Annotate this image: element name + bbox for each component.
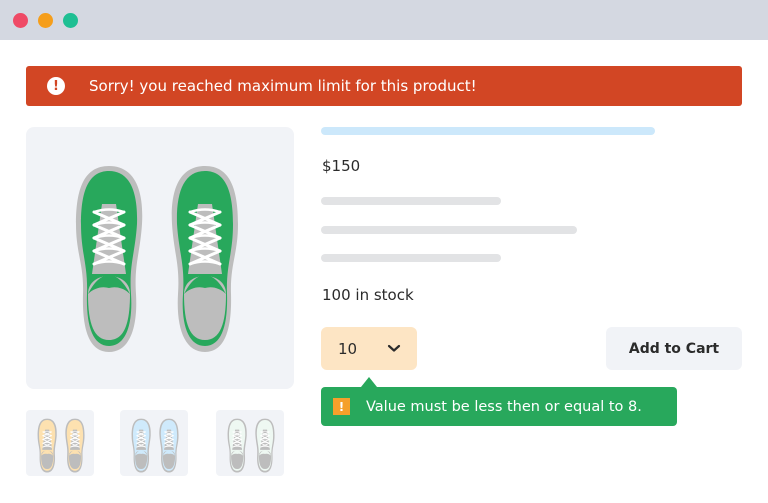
right-shoe <box>255 418 275 473</box>
error-alert-banner: ! Sorry! you reached maximum limit for t… <box>26 66 742 106</box>
description-placeholder-line <box>321 226 577 234</box>
product-price: $150 <box>322 157 361 175</box>
quantity-value: 10 <box>338 339 358 358</box>
product-thumbnail-3[interactable] <box>216 410 284 476</box>
left-shoe <box>131 418 151 473</box>
right-shoe <box>65 418 85 473</box>
add-to-cart-button[interactable]: Add to Cart <box>606 327 742 370</box>
window-titlebar <box>0 0 768 40</box>
sneakers-icon <box>76 166 238 352</box>
stock-status: 100 in stock <box>322 286 414 304</box>
left-shoe <box>37 418 57 473</box>
product-main-image[interactable] <box>26 127 294 389</box>
product-thumbnail-1[interactable] <box>26 410 94 476</box>
sneakers-icon <box>37 418 85 473</box>
right-shoe <box>159 418 179 473</box>
sneakers-icon <box>131 418 179 473</box>
validation-message: Value must be less then or equal to 8. <box>366 398 642 415</box>
right-shoe <box>171 166 238 352</box>
description-placeholder-line <box>321 197 501 205</box>
validation-tooltip: ! Value must be less then or equal to 8. <box>321 377 677 426</box>
close-window-button[interactable] <box>13 13 28 28</box>
minimize-window-button[interactable] <box>38 13 53 28</box>
description-placeholder-line <box>321 254 501 262</box>
quantity-select[interactable]: 10 <box>321 327 417 370</box>
chevron-down-icon <box>387 344 401 352</box>
left-shoe <box>227 418 247 473</box>
warning-icon: ! <box>333 398 350 415</box>
sneakers-icon <box>227 418 275 473</box>
product-thumbnail-2[interactable] <box>120 410 188 476</box>
product-title-placeholder <box>321 127 655 135</box>
alert-message: Sorry! you reached maximum limit for thi… <box>89 77 477 95</box>
left-shoe <box>76 166 143 352</box>
exclamation-circle-icon: ! <box>47 77 65 95</box>
maximize-window-button[interactable] <box>63 13 78 28</box>
